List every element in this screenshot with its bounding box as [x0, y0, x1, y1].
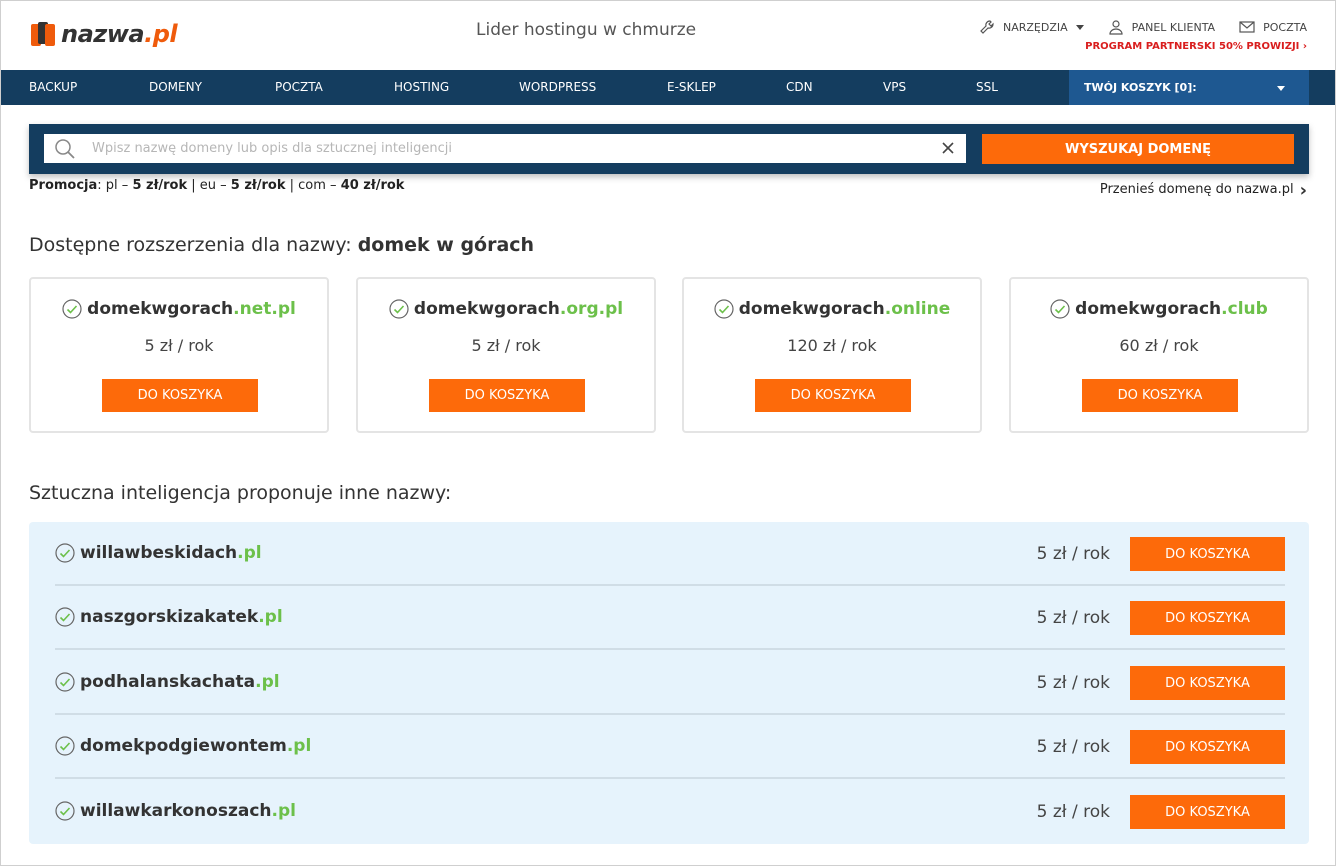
suggested-domain-name: willawkarkonoszach.pl: [55, 801, 296, 821]
add-to-cart-button[interactable]: DO KOSZYKA: [102, 379, 258, 412]
top-links: NARZĘDZIA PANEL KLIENTA POCZTA: [979, 19, 1307, 35]
chevron-down-icon: [1277, 86, 1285, 91]
promo-pl-price: 5 zł/rok: [132, 178, 188, 193]
nav-item-hosting[interactable]: HOSTING: [394, 70, 449, 105]
suggested-domain-name: podhalanskachata.pl: [55, 672, 280, 692]
domain-card: domekwgorach.net.pl 5 zł / rok DO KOSZYK…: [29, 277, 329, 433]
partner-program-link[interactable]: PROGRAM PARTNERSKI 50% PROWIZJI ›: [1085, 41, 1307, 52]
domain-card: domekwgorach.club 60 zł / rok DO KOSZYKA: [1009, 277, 1309, 433]
user-icon: [1109, 20, 1123, 35]
main-nav: BACKUP DOMENY POCZTA HOSTING WORDPRESS E…: [1, 70, 1335, 105]
add-to-cart-button[interactable]: DO KOSZYKA: [755, 379, 911, 412]
nav-item-e-sklep[interactable]: E-SKLEP: [667, 70, 716, 105]
check-circle-icon: [62, 299, 82, 319]
card-domain-name: domekwgorach.net.pl: [31, 299, 327, 319]
transfer-label: Przenieś domenę do nazwa.pl: [1099, 182, 1294, 197]
suggested-domain-name: willawbeskidach.pl: [55, 543, 262, 563]
add-to-cart-button[interactable]: DO KOSZYKA: [1130, 601, 1285, 635]
ai-title: Sztuczna inteligencja proponuje inne naz…: [29, 482, 452, 504]
suggested-domain-price: 5 zł / rok: [1036, 737, 1110, 757]
add-to-cart-button[interactable]: DO KOSZYKA: [1130, 730, 1285, 764]
panel-label: PANEL KLIENTA: [1131, 20, 1216, 34]
check-circle-icon: [55, 801, 75, 821]
promo-eu-price: 5 zł/rok: [230, 178, 286, 193]
check-circle-icon: [714, 299, 734, 319]
close-icon[interactable]: [940, 140, 956, 156]
suggested-domain-price: 5 zł / rok: [1036, 802, 1110, 822]
suggested-domain-price: 5 zł / rok: [1036, 544, 1110, 564]
ai-suggestions-list: willawbeskidach.pl 5 zł / rok DO KOSZYKA…: [29, 522, 1309, 844]
wrench-icon: [980, 20, 994, 34]
logo-mark-icon: [31, 22, 55, 46]
promo-label: Promocja: [29, 178, 98, 193]
card-domain-name: domekwgorach.online: [684, 299, 980, 319]
list-item: willawbeskidach.pl 5 zł / rok DO KOSZYKA: [55, 522, 1285, 586]
suggested-domain-price: 5 zł / rok: [1036, 673, 1110, 693]
add-to-cart-button[interactable]: DO KOSZYKA: [1082, 379, 1238, 412]
nav-item-vps[interactable]: VPS: [883, 70, 906, 105]
domain-card: domekwgorach.org.pl 5 zł / rok DO KOSZYK…: [356, 277, 656, 433]
search-domain-button[interactable]: WYSZUKAJ DOMENĘ: [982, 134, 1294, 164]
tagline: Lider hostingu w chmurze: [476, 20, 697, 40]
check-circle-icon: [1050, 299, 1070, 319]
add-to-cart-button[interactable]: DO KOSZYKA: [429, 379, 585, 412]
list-item: domekpodgiewontem.pl 5 zł / rok DO KOSZY…: [55, 715, 1285, 779]
nav-item-wordpress[interactable]: WORDPRESS: [519, 70, 596, 105]
panel-link[interactable]: PANEL KLIENTA: [1108, 19, 1215, 35]
search-field-wrapper: [44, 134, 966, 163]
domain-search: WYSZUKAJ DOMENĘ: [29, 124, 1309, 174]
list-item: willawkarkonoszach.pl 5 zł / rok DO KOSZ…: [55, 780, 1285, 844]
nav-item-backup[interactable]: BACKUP: [29, 70, 77, 105]
transfer-domain-link[interactable]: Przenieś domenę do nazwa.pl ›: [1100, 178, 1307, 201]
chevron-down-icon: [1075, 24, 1084, 30]
domain-card: domekwgorach.online 120 zł / rok DO KOSZ…: [682, 277, 982, 433]
available-title: Dostępne rozszerzenia dla nazwy: domek w…: [29, 234, 534, 256]
card-price: 60 zł / rok: [1119, 336, 1199, 355]
card-price: 5 zł / rok: [471, 336, 541, 355]
check-circle-icon: [55, 607, 75, 627]
available-query: domek w górach: [357, 234, 535, 256]
suggested-domain-name: domekpodgiewontem.pl: [55, 736, 311, 756]
add-to-cart-button[interactable]: DO KOSZYKA: [1130, 795, 1285, 829]
chevron-right-icon: ›: [1299, 180, 1307, 201]
nav-item-domeny[interactable]: DOMENY: [149, 70, 202, 105]
logo[interactable]: nazwa.pl: [29, 19, 178, 49]
check-circle-icon: [55, 543, 75, 563]
suggested-domain-price: 5 zł / rok: [1036, 608, 1110, 628]
logo-text: nazwa.pl: [61, 20, 178, 48]
available-title-prefix: Dostępne rozszerzenia dla nazwy:: [29, 234, 352, 256]
envelope-icon: [1239, 21, 1255, 33]
card-domain-name: domekwgorach.org.pl: [358, 299, 654, 319]
tools-menu[interactable]: NARZĘDZIA: [979, 19, 1084, 35]
tools-label: NARZĘDZIA: [1003, 20, 1068, 34]
card-domain-name: domekwgorach.club: [1011, 299, 1307, 319]
suggested-domain-name: naszgorskizakatek.pl: [55, 607, 283, 627]
cart-button[interactable]: TWÓJ KOSZYK [0]:: [1069, 70, 1309, 105]
check-circle-icon: [55, 736, 75, 756]
site-header: nazwa.pl Lider hostingu w chmurze NARZĘD…: [1, 1, 1335, 69]
nav-item-ssl[interactable]: SSL: [976, 70, 998, 105]
promo-text: Promocja: pl – 5 zł/rok | eu – 5 zł/rok …: [29, 178, 405, 193]
nav-item-cdn[interactable]: CDN: [786, 70, 813, 105]
list-item: naszgorskizakatek.pl 5 zł / rok DO KOSZY…: [55, 586, 1285, 650]
add-to-cart-button[interactable]: DO KOSZYKA: [1130, 666, 1285, 700]
search-icon: [55, 139, 75, 159]
mail-link[interactable]: POCZTA: [1239, 20, 1307, 34]
cart-label: TWÓJ KOSZYK [0]:: [1084, 81, 1197, 94]
card-price: 120 zł / rok: [787, 336, 877, 355]
search-input[interactable]: [92, 134, 932, 163]
check-circle-icon: [389, 299, 409, 319]
add-to-cart-button[interactable]: DO KOSZYKA: [1130, 537, 1285, 571]
list-item: podhalanskachata.pl 5 zł / rok DO KOSZYK…: [55, 651, 1285, 715]
nav-item-poczta[interactable]: POCZTA: [275, 70, 323, 105]
card-price: 5 zł / rok: [144, 336, 214, 355]
mail-label: POCZTA: [1263, 20, 1307, 34]
check-circle-icon: [55, 672, 75, 692]
promo-com-price: 40 zł/rok: [340, 178, 405, 193]
